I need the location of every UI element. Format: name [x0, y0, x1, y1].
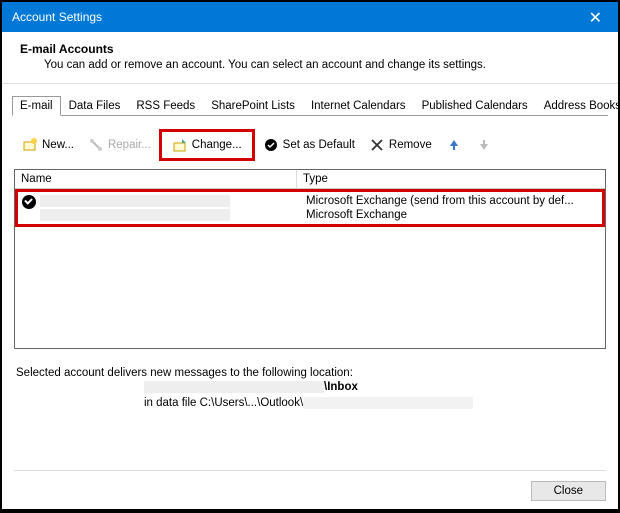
datafile-prefix: in data file C:\Users\...\Outlook\ — [144, 397, 303, 409]
header-subtitle: You can add or remove an account. You ca… — [20, 59, 600, 71]
move-up-button[interactable] — [440, 134, 468, 156]
new-icon — [22, 137, 38, 153]
datafile-line: in data file C:\Users\...\Outlook\ — [14, 395, 606, 411]
change-highlight: Change... — [159, 129, 255, 161]
table-header: Name Type — [15, 170, 605, 189]
tab-sharepoint-lists[interactable]: SharePoint Lists — [203, 96, 303, 116]
arrow-up-icon — [446, 137, 462, 153]
accounts-table: Name Type Microsoft Exchange (send from … — [14, 169, 606, 349]
repair-label: Repair... — [108, 139, 151, 151]
repair-icon — [88, 137, 104, 153]
change-label: Change... — [192, 139, 242, 151]
new-button[interactable]: New... — [16, 134, 80, 156]
tabs: E-mail Data Files RSS Feeds SharePoint L… — [2, 84, 618, 116]
default-check-icon — [22, 195, 36, 209]
tab-internet-calendars[interactable]: Internet Calendars — [303, 96, 414, 116]
close-icon[interactable]: ✕ — [581, 6, 610, 30]
delivery-label: Selected account delivers new messages t… — [14, 349, 606, 379]
change-button[interactable]: Change... — [166, 134, 248, 156]
table-row[interactable]: Microsoft Exchange (send from this accou… — [18, 194, 602, 208]
table-row[interactable]: Microsoft Exchange — [18, 208, 602, 222]
header-title: E-mail Accounts — [20, 42, 600, 56]
cell-type: Microsoft Exchange (send from this accou… — [300, 194, 602, 208]
tab-rss-feeds[interactable]: RSS Feeds — [128, 96, 203, 116]
remove-button[interactable]: Remove — [363, 134, 438, 156]
new-label: New... — [42, 139, 74, 151]
change-icon — [172, 137, 188, 153]
toolbar: New... Repair... Change... Set as Defaul… — [14, 124, 606, 169]
check-circle-icon — [263, 137, 279, 153]
tab-email[interactable]: E-mail — [12, 96, 61, 116]
cell-type: Microsoft Exchange — [300, 208, 602, 222]
titlebar: Account Settings ✕ — [2, 2, 618, 32]
redacted-path — [303, 397, 473, 409]
account-settings-window: Account Settings ✕ E-mail Accounts You c… — [2, 2, 618, 509]
redacted-mailbox — [144, 381, 324, 393]
default-label: Set as Default — [283, 139, 355, 151]
inbox-suffix: \Inbox — [324, 381, 358, 393]
tab-published-calendars[interactable]: Published Calendars — [414, 96, 536, 116]
rows-highlight: Microsoft Exchange (send from this accou… — [15, 189, 605, 227]
cell-name — [18, 194, 300, 208]
cell-name — [18, 208, 300, 222]
move-down-button — [470, 134, 498, 156]
default-button[interactable]: Set as Default — [257, 134, 361, 156]
arrow-down-icon — [476, 137, 492, 153]
col-name[interactable]: Name — [15, 170, 297, 188]
close-button[interactable]: Close — [531, 481, 606, 501]
tab-address-books[interactable]: Address Books — [536, 96, 620, 116]
mailbox-line: \Inbox — [14, 379, 606, 395]
remove-icon — [369, 137, 385, 153]
header: E-mail Accounts You can add or remove an… — [2, 32, 618, 84]
tab-data-files[interactable]: Data Files — [61, 96, 129, 116]
col-type[interactable]: Type — [297, 170, 605, 188]
repair-button: Repair... — [82, 134, 157, 156]
window-title: Account Settings — [12, 10, 102, 24]
footer-panel: Close — [14, 470, 606, 501]
redacted-name — [40, 195, 230, 207]
content: New... Repair... Change... Set as Defaul… — [2, 116, 618, 411]
remove-label: Remove — [389, 139, 432, 151]
redacted-name — [40, 209, 230, 221]
